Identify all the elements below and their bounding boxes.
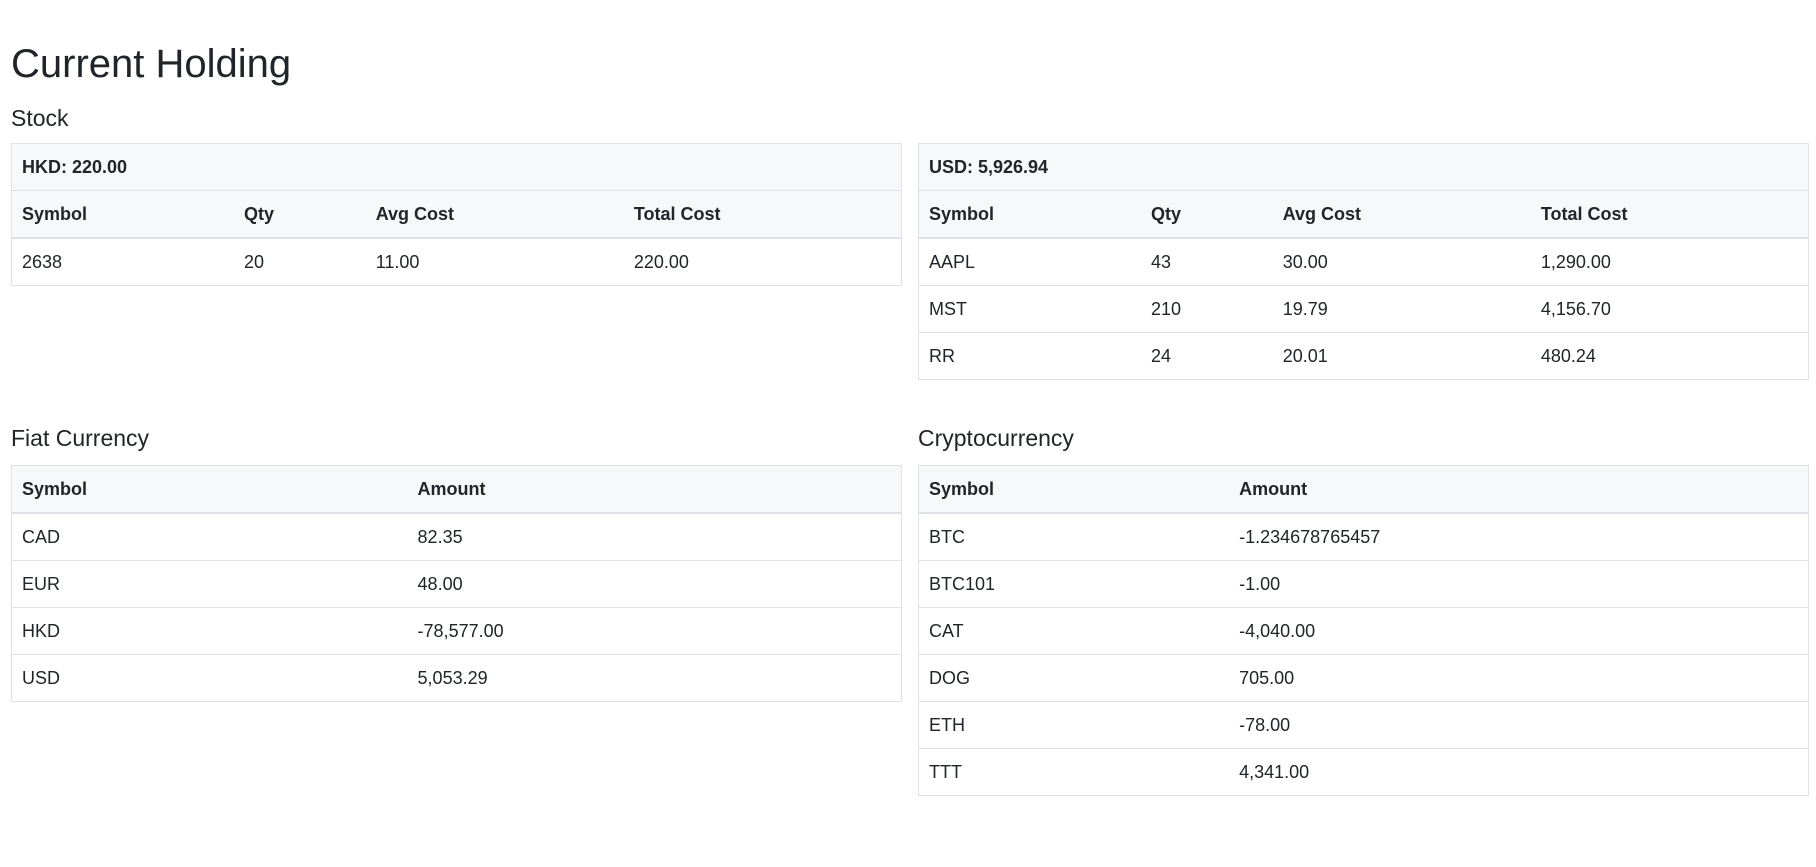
stock-usd-table: USD: 5,926.94 Symbol Qty Avg Cost Total … xyxy=(918,143,1809,380)
column-header-qty: Qty xyxy=(234,190,366,239)
cell-symbol: AAPL xyxy=(918,237,1141,286)
cell-total-cost: 4,156.70 xyxy=(1530,285,1809,333)
column-header-symbol: Symbol xyxy=(918,190,1141,239)
table-row: ETH -78.00 xyxy=(918,701,1809,749)
cell-amount: 705.00 xyxy=(1229,654,1809,702)
table-row: EUR 48.00 xyxy=(11,560,902,608)
column-header-amount: Amount xyxy=(1229,465,1809,514)
cell-symbol: TTT xyxy=(918,748,1230,796)
cell-avg-cost: 11.00 xyxy=(365,237,624,286)
fiat-table: Symbol Amount CAD 82.35 EUR 48.00 HKD -7… xyxy=(11,465,902,702)
cell-qty: 20 xyxy=(234,237,366,286)
column-header-total-cost: Total Cost xyxy=(623,190,902,239)
table-row: AAPL 43 30.00 1,290.00 xyxy=(918,237,1809,286)
cell-symbol: USD xyxy=(11,654,408,702)
cell-amount: 5,053.29 xyxy=(407,654,902,702)
stock-hkd-caption: HKD: 220.00 xyxy=(11,143,902,191)
cell-avg-cost: 19.79 xyxy=(1272,285,1531,333)
column-header-avg-cost: Avg Cost xyxy=(1272,190,1531,239)
stock-usd-caption-row: USD: 5,926.94 xyxy=(918,143,1809,191)
cell-symbol: CAT xyxy=(918,607,1230,655)
cell-amount: 82.35 xyxy=(407,512,902,561)
cell-qty: 210 xyxy=(1141,285,1273,333)
cell-amount: 48.00 xyxy=(407,560,902,608)
table-row: CAT -4,040.00 xyxy=(918,607,1809,655)
table-row: MST 210 19.79 4,156.70 xyxy=(918,285,1809,333)
stock-usd-column: USD: 5,926.94 Symbol Qty Avg Cost Total … xyxy=(918,143,1809,380)
cell-avg-cost: 30.00 xyxy=(1272,237,1531,286)
cell-symbol: CAD xyxy=(11,512,408,561)
cell-total-cost: 220.00 xyxy=(623,237,902,286)
cell-symbol: EUR xyxy=(11,560,408,608)
column-header-amount: Amount xyxy=(407,465,902,514)
page-title: Current Holding xyxy=(11,42,292,86)
crypto-column: Cryptocurrency Symbol Amount BTC -1.2346… xyxy=(918,424,1809,796)
cell-qty: 43 xyxy=(1141,237,1273,286)
cell-symbol: 2638 xyxy=(11,237,234,286)
table-row: 2638 20 11.00 220.00 xyxy=(11,237,902,286)
table-row: HKD -78,577.00 xyxy=(11,607,902,655)
cell-symbol: MST xyxy=(918,285,1141,333)
column-header-qty: Qty xyxy=(1141,190,1273,239)
column-header-symbol: Symbol xyxy=(11,190,234,239)
column-header-total-cost: Total Cost xyxy=(1530,190,1809,239)
cell-symbol: ETH xyxy=(918,701,1230,749)
cell-avg-cost: 20.01 xyxy=(1272,332,1531,380)
fiat-column: Fiat Currency Symbol Amount CAD 82.35 EU… xyxy=(11,424,902,796)
crypto-section-title: Cryptocurrency xyxy=(918,425,1074,451)
stock-hkd-caption-row: HKD: 220.00 xyxy=(11,143,902,191)
stock-tables-row: HKD: 220.00 Symbol Qty Avg Cost Total Co… xyxy=(11,143,1810,380)
cell-total-cost: 1,290.00 xyxy=(1530,237,1809,286)
cell-symbol: HKD xyxy=(11,607,408,655)
cell-symbol: RR xyxy=(918,332,1141,380)
table-row: TTT 4,341.00 xyxy=(918,748,1809,796)
cell-amount: 4,341.00 xyxy=(1229,748,1809,796)
table-row: USD 5,053.29 xyxy=(11,654,902,702)
fiat-header-row: Symbol Amount xyxy=(11,465,902,514)
fiat-section-title: Fiat Currency xyxy=(11,425,150,451)
stock-usd-caption: USD: 5,926.94 xyxy=(918,143,1809,191)
table-row: BTC101 -1.00 xyxy=(918,560,1809,608)
table-row: CAD 82.35 xyxy=(11,512,902,561)
cell-total-cost: 480.24 xyxy=(1530,332,1809,380)
column-header-symbol: Symbol xyxy=(11,465,408,514)
cell-amount: -78,577.00 xyxy=(407,607,902,655)
currency-tables-row: Fiat Currency Symbol Amount CAD 82.35 EU… xyxy=(11,424,1810,796)
table-row: RR 24 20.01 480.24 xyxy=(918,332,1809,380)
stock-hkd-column: HKD: 220.00 Symbol Qty Avg Cost Total Co… xyxy=(11,143,902,380)
stock-hkd-table: HKD: 220.00 Symbol Qty Avg Cost Total Co… xyxy=(11,143,902,286)
cell-amount: -1.234678765457 xyxy=(1229,512,1809,561)
cell-qty: 24 xyxy=(1141,332,1273,380)
cell-amount: -1.00 xyxy=(1229,560,1809,608)
cell-symbol: BTC xyxy=(918,512,1230,561)
column-header-avg-cost: Avg Cost xyxy=(365,190,624,239)
table-row: DOG 705.00 xyxy=(918,654,1809,702)
cell-amount: -4,040.00 xyxy=(1229,607,1809,655)
cell-amount: -78.00 xyxy=(1229,701,1809,749)
stock-section-title: Stock xyxy=(11,105,69,131)
table-row: BTC -1.234678765457 xyxy=(918,512,1809,561)
cell-symbol: BTC101 xyxy=(918,560,1230,608)
crypto-header-row: Symbol Amount xyxy=(918,465,1809,514)
cell-symbol: DOG xyxy=(918,654,1230,702)
stock-usd-header-row: Symbol Qty Avg Cost Total Cost xyxy=(918,190,1809,239)
page: Current Holding Stock HKD: 220.00 Symbol… xyxy=(0,40,1816,796)
crypto-table: Symbol Amount BTC -1.234678765457 BTC101… xyxy=(918,465,1809,796)
column-header-symbol: Symbol xyxy=(918,465,1230,514)
stock-hkd-header-row: Symbol Qty Avg Cost Total Cost xyxy=(11,190,902,239)
